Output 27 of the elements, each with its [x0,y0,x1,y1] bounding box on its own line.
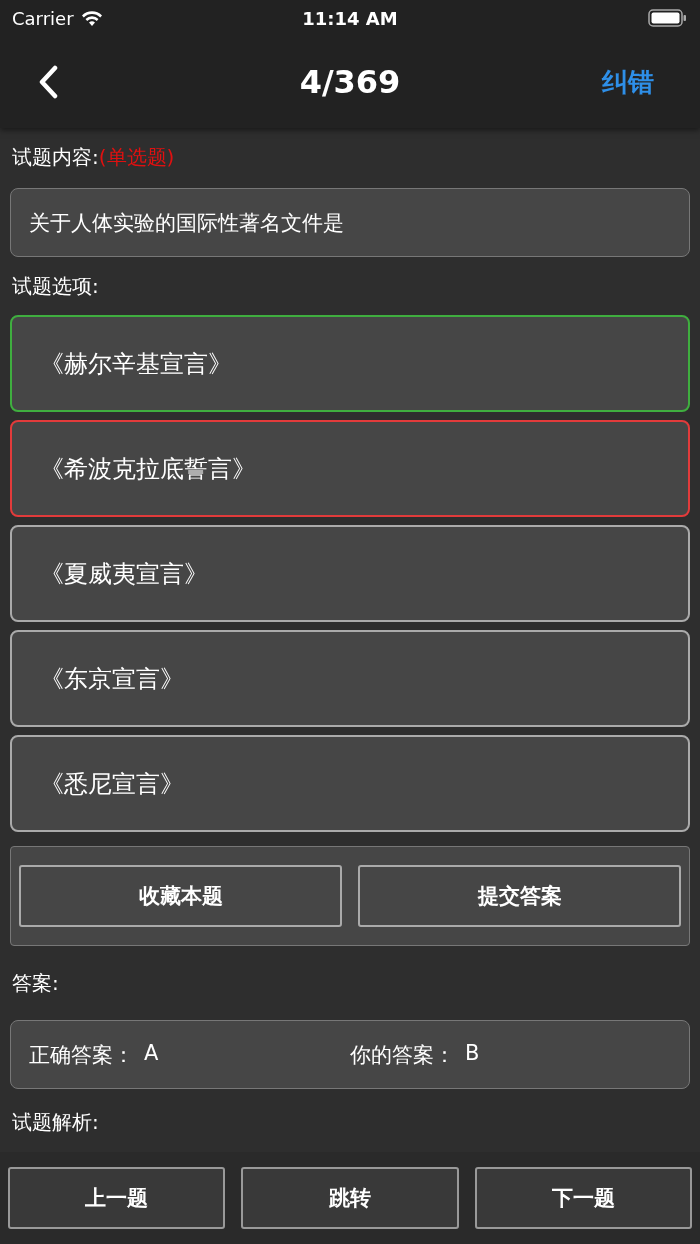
wifi-icon [79,9,104,27]
section-label: 试题解析: [12,1110,99,1134]
answer-option[interactable]: 《东京宣言》 [10,630,690,727]
your-answer-label: 你的答案： [350,1041,455,1069]
report-error-button[interactable]: 纠错 [602,64,654,100]
nav-button[interactable]: 上一题 [8,1167,226,1229]
section-label: 答案: [12,971,59,995]
carrier-label: Carrier [12,7,74,29]
nav-button[interactable]: 下一题 [474,1167,692,1229]
section-label: 试题选项: [12,274,99,298]
question-text: 关于人体实验的国际性著名文件是 [10,188,690,257]
battery-icon [648,8,688,28]
action-button[interactable]: 收藏本题 [19,865,342,927]
status-time: 11:14 AM [302,7,398,29]
back-icon[interactable] [38,65,58,99]
correct-answer-value: A [144,1040,159,1067]
question-type: (单选题) [98,145,175,169]
answer-option[interactable]: 《夏威夷宣言》 [10,525,690,622]
section-label: 试题内容: [12,145,99,169]
answer-option[interactable]: 《赫尔辛基宣言》 [10,315,690,412]
answer-option[interactable]: 《希波克拉底誓言》 [10,420,690,517]
answer-option[interactable]: 《悉尼宣言》 [10,735,690,832]
nav-title: 4/369 [299,63,401,101]
nav-button[interactable]: 跳转 [241,1167,459,1229]
correct-answer-label: 正确答案： [29,1041,134,1069]
action-button[interactable]: 提交答案 [358,865,681,927]
your-answer-value: B [465,1040,480,1067]
